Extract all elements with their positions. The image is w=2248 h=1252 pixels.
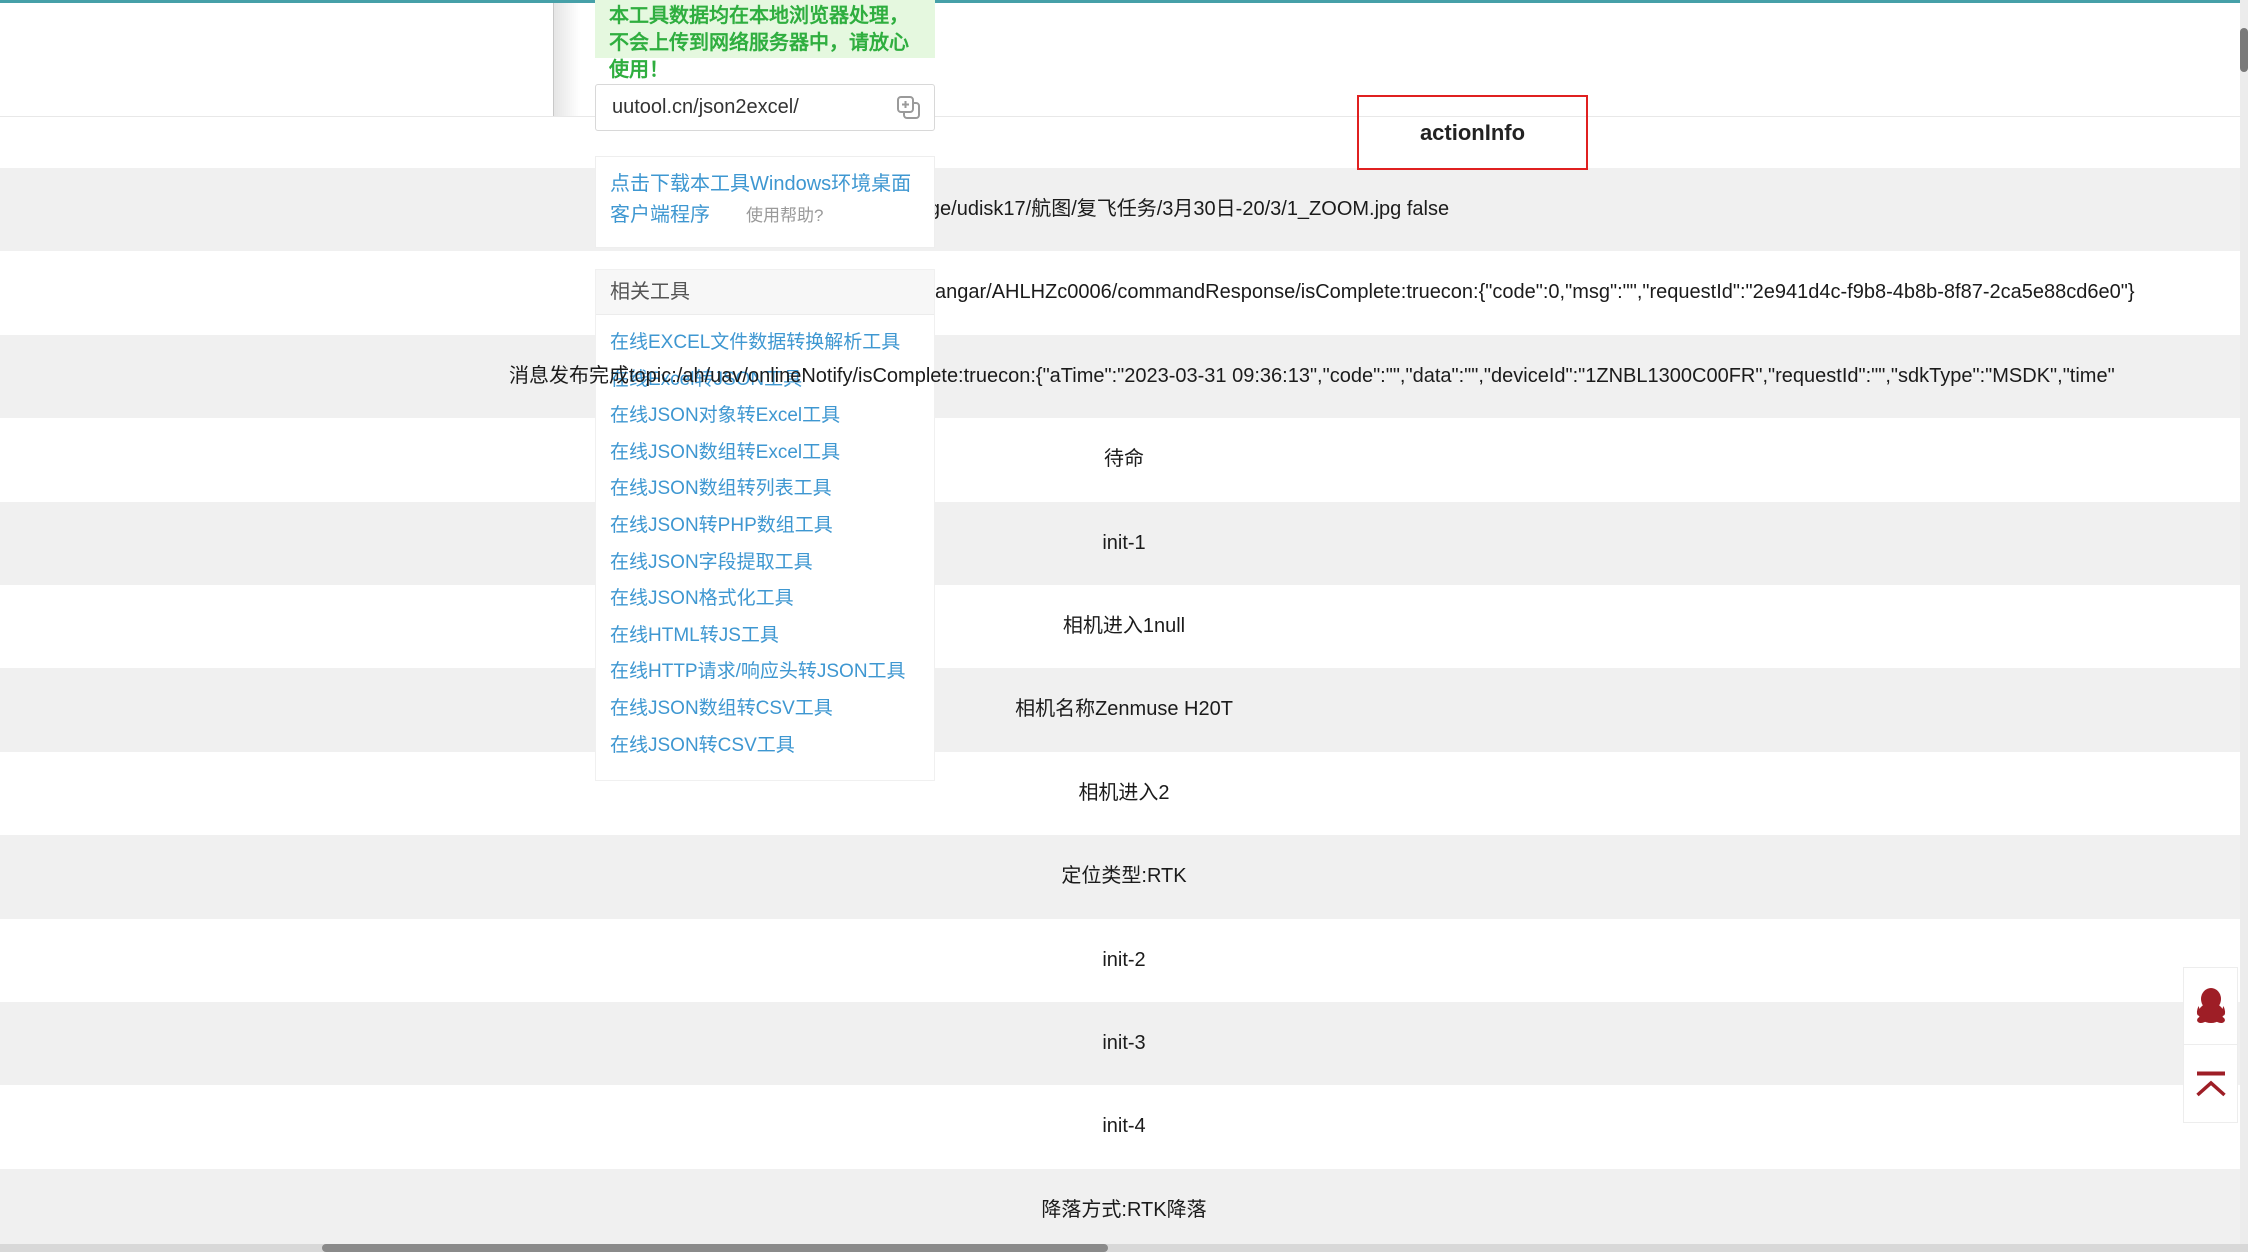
list-item: 在线JSON数组转列表工具	[596, 471, 934, 508]
vertical-scrollbar-track[interactable]	[2240, 0, 2248, 1252]
table-row: init-1	[0, 502, 2248, 585]
horizontal-scrollbar-track[interactable]	[0, 1244, 2248, 1252]
table-row: init-2	[0, 919, 2248, 1002]
back-to-top-icon	[2194, 1070, 2228, 1098]
table-cell: 待命	[1104, 418, 1144, 501]
table-row: 相机进入2	[0, 752, 2248, 835]
qq-penguin-icon	[2193, 986, 2229, 1026]
table-row: init-3	[0, 1002, 2248, 1085]
table-cell: init-2	[1102, 919, 1145, 1002]
list-item: 在线HTML转JS工具	[596, 618, 934, 655]
panel-shadow	[554, 3, 580, 116]
table-row: 相机进入1null	[0, 585, 2248, 668]
table-header-divider	[0, 116, 2248, 117]
table-row: init-4	[0, 1085, 2248, 1168]
table-cell: 相机名称Zenmuse H20T	[1015, 668, 1233, 751]
table-cell: init-1	[1102, 502, 1145, 585]
horizontal-scrollbar-thumb[interactable]	[322, 1244, 1108, 1252]
client-download-card: 点击下载本工具Windows环境桌面客户端程序使用帮助?	[595, 156, 935, 248]
table-row: 降落方式:RTK降落	[0, 1169, 2248, 1252]
tool-url-text: uutool.cn/json2excel/	[596, 96, 894, 119]
vertical-scrollbar-thumb[interactable]	[2240, 28, 2248, 72]
list-item: 在线JSON转CSV工具	[596, 728, 934, 765]
qq-contact-button[interactable]	[2183, 967, 2238, 1045]
list-item: 在线JSON字段提取工具	[596, 545, 934, 582]
copy-icon[interactable]	[894, 93, 924, 123]
list-item: 在线JSON数组转CSV工具	[596, 691, 934, 728]
related-tool-link[interactable]: 在线JSON数组转列表工具	[610, 478, 832, 499]
list-item: 在线JSON转PHP数组工具	[596, 508, 934, 545]
related-tool-link[interactable]: 在线HTTP请求/响应头转JSON工具	[610, 661, 906, 682]
floating-buttons	[2183, 967, 2238, 1123]
related-tool-link[interactable]: 在线JSON数组转Excel工具	[610, 442, 840, 463]
table-cell: init-3	[1102, 1002, 1145, 1085]
json-input-panel[interactable]	[0, 3, 554, 116]
column-header-label: actionInfo	[1420, 120, 1525, 146]
back-to-top-button[interactable]	[2183, 1045, 2238, 1123]
table-row: 消息发布完成topic:/ah/uav/onlineNotify/isCompl…	[0, 335, 2248, 418]
json2excel-page: 开始下载/storage/udisk17/航图/复飞任务/3月30日-20/3/…	[0, 0, 2248, 1252]
table-row: angar/AHLHZc0006/commandResponse/isCompl…	[0, 251, 2248, 334]
related-tool-link[interactable]: 在线JSON字段提取工具	[610, 552, 813, 573]
table-row: 开始下载/storage/udisk17/航图/复飞任务/3月30日-20/3/…	[0, 168, 2248, 251]
table-cell: 相机进入2	[1078, 752, 1169, 835]
related-tool-link[interactable]: 在线HTML转JS工具	[610, 625, 779, 646]
related-tools-title: 相关工具	[596, 270, 934, 315]
related-tool-link[interactable]: 在线JSON数组转CSV工具	[610, 698, 833, 719]
related-tool-link[interactable]: 在线JSON格式化工具	[610, 588, 794, 609]
list-item: 在线HTTP请求/响应头转JSON工具	[596, 654, 934, 691]
related-tool-link[interactable]: 在线JSON转CSV工具	[610, 735, 795, 756]
list-item: 在线JSON数组转Excel工具	[596, 435, 934, 472]
table-row: 待命	[0, 418, 2248, 501]
tool-url-box[interactable]: uutool.cn/json2excel/	[595, 84, 935, 131]
table-cell: 定位类型:RTK	[1061, 835, 1186, 918]
table-cell: 降落方式:RTK降落	[1041, 1169, 1206, 1252]
action-info-header-highlight: actionInfo	[1357, 95, 1588, 170]
table-cell: 消息发布完成topic:/ah/uav/onlineNotify/isCompl…	[509, 335, 2115, 418]
table-cell: init-4	[1102, 1085, 1145, 1168]
table-cell: 相机进入1null	[1063, 585, 1185, 668]
table-row: 定位类型:RTK	[0, 835, 2248, 918]
table-row: 相机名称Zenmuse H20T	[0, 668, 2248, 751]
privacy-notice: 本工具数据均在本地浏览器处理，不会上传到网络服务器中，请放心使用！	[595, 0, 935, 58]
related-tool-link[interactable]: 在线JSON转PHP数组工具	[610, 515, 833, 536]
result-table: 开始下载/storage/udisk17/航图/复飞任务/3月30日-20/3/…	[0, 168, 2248, 1252]
help-link[interactable]: 使用帮助?	[746, 206, 823, 225]
table-cell: angar/AHLHZc0006/commandResponse/isCompl…	[935, 251, 2135, 334]
list-item: 在线JSON格式化工具	[596, 581, 934, 618]
